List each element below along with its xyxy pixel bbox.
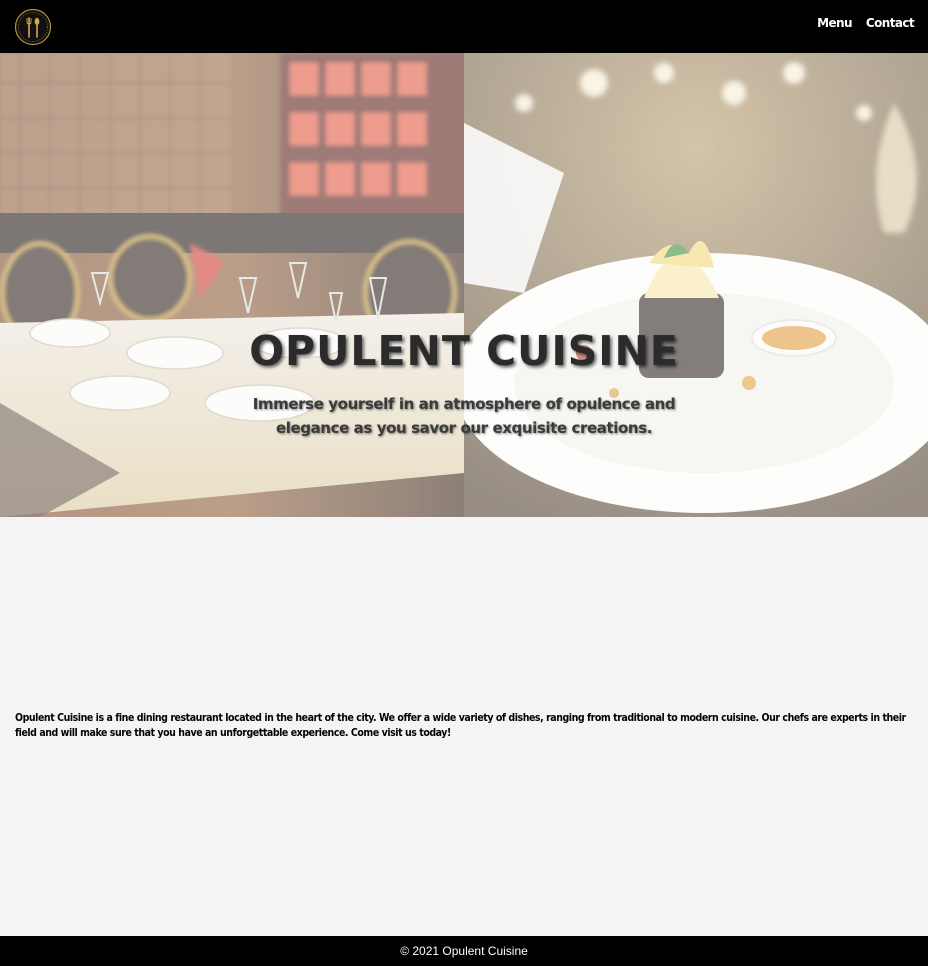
nav-link-contact[interactable]: Contact xyxy=(866,16,915,30)
footer: © 2021 Opulent Cuisine xyxy=(0,936,928,966)
main-nav: Menu Contact xyxy=(817,16,914,30)
hero-image-plated-dish xyxy=(464,53,928,517)
about-text: Opulent Cuisine is a fine dining restaur… xyxy=(15,712,906,739)
hero-image-dining-room xyxy=(0,53,464,517)
hero-title: OPULENT CUISINE xyxy=(249,327,679,375)
top-navbar: Menu Contact xyxy=(0,0,928,53)
hero-subtitle: Immerse yourself in an atmosphere of opu… xyxy=(252,395,676,437)
footer-copyright: © 2021 Opulent Cuisine xyxy=(400,944,528,958)
hero-banner: OPULENT CUISINE Immerse yourself in an a… xyxy=(0,53,928,517)
fork-spoon-logo-icon[interactable] xyxy=(14,8,52,46)
nav-link-menu[interactable]: Menu xyxy=(817,16,852,30)
